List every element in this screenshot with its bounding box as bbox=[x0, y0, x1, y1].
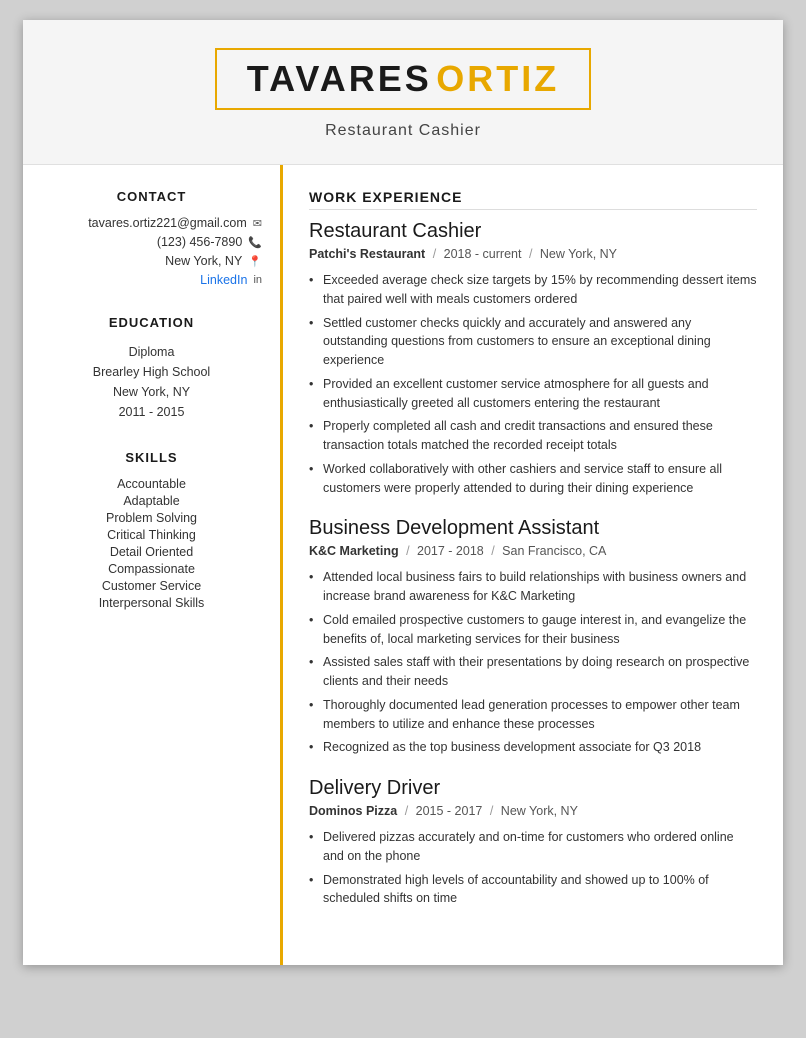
bullet-item: Delivered pizzas accurately and on-time … bbox=[309, 828, 757, 866]
main-content: WORK EXPERIENCE Restaurant Cashier Patchi… bbox=[283, 165, 783, 965]
bullet-item: Assisted sales staff with their presenta… bbox=[309, 653, 757, 691]
bullet-item: Thoroughly documented lead generation pr… bbox=[309, 696, 757, 734]
linkedin-link[interactable]: LinkedIn bbox=[200, 273, 247, 287]
separator: / bbox=[488, 544, 498, 558]
education-title: EDUCATION bbox=[41, 315, 262, 330]
skill-item: Detail Oriented bbox=[41, 545, 262, 559]
phone-item: (123) 456-7890 📞 bbox=[41, 235, 262, 249]
job-title: Delivery Driver bbox=[309, 777, 757, 800]
body-layout: CONTACT tavares.ortiz221@gmail.com ✉ (12… bbox=[23, 165, 783, 965]
first-name: TAVARES bbox=[247, 58, 432, 99]
contact-title: CONTACT bbox=[41, 189, 262, 204]
location-icon: 📍 bbox=[248, 255, 262, 268]
skill-item: Interpersonal Skills bbox=[41, 596, 262, 610]
work-experience-title: WORK EXPERIENCE bbox=[309, 189, 757, 210]
linkedin-item[interactable]: LinkedIn in bbox=[41, 273, 262, 287]
bullet-item: Worked collaboratively with other cashie… bbox=[309, 460, 757, 498]
skill-item: Customer Service bbox=[41, 579, 262, 593]
skills-section: SKILLS Accountable Adaptable Problem Solvi… bbox=[41, 450, 262, 610]
bullet-item: Demonstrated high levels of accountabili… bbox=[309, 871, 757, 909]
company-name: Dominos Pizza bbox=[309, 804, 397, 818]
separator: / bbox=[486, 804, 496, 818]
location-item: New York, NY 📍 bbox=[41, 254, 262, 268]
separator: / bbox=[429, 247, 439, 261]
job-years: 2017 - 2018 bbox=[417, 544, 484, 558]
resume-header: TAVARES ORTIZ Restaurant Cashier bbox=[23, 20, 783, 165]
bullet-item: Properly completed all cash and credit t… bbox=[309, 417, 757, 455]
phone-icon: 📞 bbox=[248, 236, 262, 249]
edu-degree: Diploma bbox=[41, 342, 262, 362]
separator: / bbox=[525, 247, 535, 261]
education-block: Diploma Brearley High School New York, N… bbox=[41, 342, 262, 422]
skill-item: Critical Thinking bbox=[41, 528, 262, 542]
last-name: ORTIZ bbox=[436, 58, 559, 99]
resume-document: TAVARES ORTIZ Restaurant Cashier CONTACT… bbox=[23, 20, 783, 965]
email-item: tavares.ortiz221@gmail.com ✉ bbox=[41, 216, 262, 230]
bullet-item: Recognized as the top business developme… bbox=[309, 738, 757, 757]
job-title: Business Development Assistant bbox=[309, 517, 757, 540]
company-name: Patchi's Restaurant bbox=[309, 247, 425, 261]
skill-item: Adaptable bbox=[41, 494, 262, 508]
edu-years: 2011 - 2015 bbox=[41, 402, 262, 422]
skill-item: Compassionate bbox=[41, 562, 262, 576]
phone-text: (123) 456-7890 bbox=[157, 235, 242, 249]
sidebar: CONTACT tavares.ortiz221@gmail.com ✉ (12… bbox=[23, 165, 283, 965]
edu-school: Brearley High School bbox=[41, 362, 262, 382]
email-text: tavares.ortiz221@gmail.com bbox=[88, 216, 247, 230]
work-entry: Restaurant Cashier Patchi's Restaurant / … bbox=[309, 220, 757, 497]
separator: / bbox=[401, 804, 411, 818]
skills-list: Accountable Adaptable Problem Solving Criti… bbox=[41, 477, 262, 610]
job-location: New York, NY bbox=[540, 247, 617, 261]
job-years: 2018 - current bbox=[444, 247, 522, 261]
education-section: EDUCATION Diploma Brearley High School N… bbox=[41, 315, 262, 422]
work-entry: Delivery Driver Dominos Pizza / 2015 - 20… bbox=[309, 777, 757, 908]
job-location: New York, NY bbox=[501, 804, 578, 818]
bullet-item: Exceeded average check size targets by 1… bbox=[309, 271, 757, 309]
bullet-item: Settled customer checks quickly and accu… bbox=[309, 314, 757, 370]
linkedin-icon: in bbox=[253, 274, 262, 286]
work-entry: Business Development Assistant K&C Market… bbox=[309, 517, 757, 757]
edu-location: New York, NY bbox=[41, 382, 262, 402]
location-text: New York, NY bbox=[165, 254, 242, 268]
job-meta: Dominos Pizza / 2015 - 2017 / New York, … bbox=[309, 804, 757, 818]
job-meta: Patchi's Restaurant / 2018 - current / N… bbox=[309, 247, 757, 261]
skills-title: SKILLS bbox=[41, 450, 262, 465]
name-box: TAVARES ORTIZ bbox=[215, 48, 591, 110]
bullet-item: Provided an excellent customer service a… bbox=[309, 375, 757, 413]
company-name: K&C Marketing bbox=[309, 544, 399, 558]
job-years: 2015 - 2017 bbox=[416, 804, 483, 818]
jobs-container: Restaurant Cashier Patchi's Restaurant / … bbox=[309, 220, 757, 908]
job-title: Restaurant Cashier bbox=[309, 220, 757, 243]
job-meta: K&C Marketing / 2017 - 2018 / San Franci… bbox=[309, 544, 757, 558]
email-icon: ✉ bbox=[253, 217, 262, 230]
bullet-list: Exceeded average check size targets by 1… bbox=[309, 271, 757, 497]
job-location: San Francisco, CA bbox=[502, 544, 606, 558]
contact-section: CONTACT tavares.ortiz221@gmail.com ✉ (12… bbox=[41, 189, 262, 287]
bullet-list: Attended local business fairs to build r… bbox=[309, 568, 757, 757]
bullet-list: Delivered pizzas accurately and on-time … bbox=[309, 828, 757, 908]
bullet-item: Cold emailed prospective customers to ga… bbox=[309, 611, 757, 649]
skill-item: Accountable bbox=[41, 477, 262, 491]
job-subtitle: Restaurant Cashier bbox=[43, 122, 763, 154]
skill-item: Problem Solving bbox=[41, 511, 262, 525]
separator: / bbox=[403, 544, 413, 558]
bullet-item: Attended local business fairs to build r… bbox=[309, 568, 757, 606]
